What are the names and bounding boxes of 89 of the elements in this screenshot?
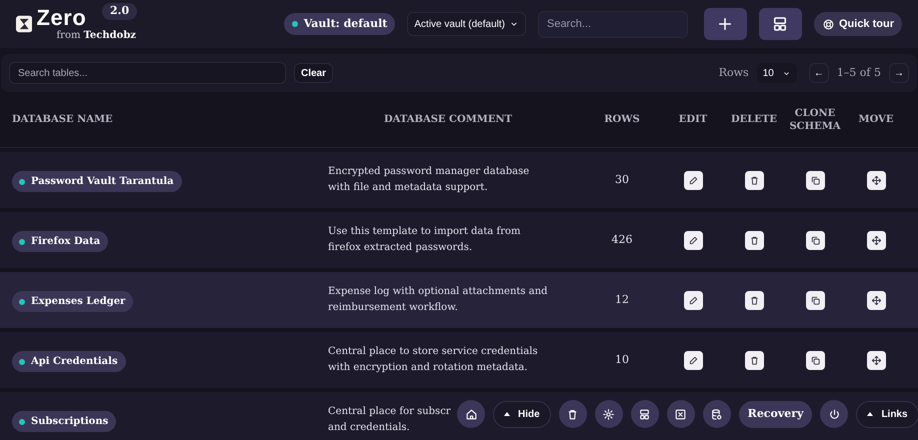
pencil-icon	[688, 294, 698, 306]
trash-icon	[748, 234, 760, 246]
column-header: DATABASE COMMENT	[382, 113, 514, 127]
close-icon	[674, 408, 688, 420]
lifebuoy-icon	[822, 18, 835, 30]
clone-button[interactable]	[806, 170, 824, 190]
database-name-tag[interactable]: Password Vault Tarantula	[12, 171, 182, 192]
trash-icon	[748, 354, 760, 366]
database-name-tag[interactable]: Api Credentials	[12, 351, 126, 372]
move-icon	[870, 294, 882, 306]
move-icon	[870, 354, 882, 366]
column-header: DATABASE NAME	[12, 113, 114, 127]
add-button[interactable]	[704, 8, 747, 40]
home-icon	[464, 408, 478, 420]
column-header: EDIT	[678, 113, 708, 126]
pencil-icon	[688, 234, 698, 246]
clone-button[interactable]	[806, 230, 824, 250]
move-button[interactable]	[866, 290, 886, 310]
caret-icon	[867, 412, 874, 416]
layout-button[interactable]	[758, 8, 802, 40]
move-button[interactable]	[866, 350, 886, 370]
edit-button[interactable]	[684, 350, 702, 370]
row-count: 426	[612, 232, 632, 248]
copy-icon	[810, 174, 820, 186]
trash-icon	[748, 174, 760, 186]
clone-button[interactable]	[806, 290, 824, 310]
row-count: 30	[615, 172, 629, 188]
comment-text: reimbursement workflow.	[328, 301, 458, 315]
table-row[interactable]: Api Credentials Central place to store service credentials with encryption and rotation metadata. 10	[0, 332, 918, 388]
trash-icon	[566, 408, 580, 420]
move-icon	[870, 234, 882, 246]
copy-icon	[810, 234, 820, 246]
move-icon	[870, 174, 882, 186]
edit-button[interactable]	[684, 170, 702, 190]
edit-button[interactable]	[684, 230, 702, 250]
quick-tour-button[interactable]: Quick tour	[814, 12, 902, 36]
row-count: 10	[615, 352, 629, 368]
next-page-button[interactable]: →	[889, 63, 909, 83]
page-range: 1–5 of 5	[836, 64, 881, 81]
vault-badge: Vault: default	[284, 13, 396, 35]
column-header: CLONE SCHEMA	[788, 106, 842, 132]
clear-button[interactable]: Clear	[294, 63, 334, 83]
logo-text: Zero	[36, 7, 86, 29]
copy-icon	[810, 294, 820, 306]
settings-icon	[602, 408, 616, 420]
comment-text: firefox extracted passwords.	[328, 241, 472, 255]
comment-text: Central place to store service credentials	[328, 345, 538, 359]
table-row[interactable]: Expenses Ledger Expense log with optional attachments and reimbursement workflow. 12	[0, 272, 918, 328]
byline: from Techdobz	[56, 31, 136, 41]
clone-button[interactable]	[806, 350, 824, 370]
row-count: 12	[615, 292, 629, 308]
comment-text: with file and metadata support.	[328, 181, 488, 195]
comment-text: Encrypted password manager database	[328, 165, 530, 179]
version-badge: 2.0	[102, 3, 138, 20]
delete-button[interactable]	[744, 170, 764, 190]
rows-label: Rows	[718, 64, 749, 81]
copy-icon	[810, 354, 820, 366]
column-header: DELETE	[730, 113, 778, 126]
comment-text: Use this template to import data from	[328, 225, 521, 239]
toggle-button[interactable]: Links	[856, 400, 918, 428]
database-name-tag[interactable]: Expenses Ledger	[12, 291, 134, 312]
column-header: ROWS	[603, 113, 641, 126]
move-button[interactable]	[866, 170, 886, 190]
pencil-icon	[688, 354, 698, 366]
move-button[interactable]	[866, 230, 886, 250]
delete-button[interactable]	[744, 350, 764, 370]
database-name-tag[interactable]: Subscriptions	[12, 411, 116, 432]
caret-icon	[504, 412, 510, 416]
delete-button[interactable]	[744, 230, 764, 250]
edit-button[interactable]	[684, 290, 702, 310]
prev-page-button[interactable]: ←	[808, 63, 829, 83]
column-header: MOVE	[858, 113, 894, 126]
comment-text: Central place for subscr	[328, 405, 451, 419]
rows-select[interactable]: 10	[756, 63, 797, 83]
delete-button[interactable]	[744, 290, 764, 310]
search-field[interactable]: Search tables...	[9, 62, 286, 84]
table-row[interactable]: Password Vault Tarantula Encrypted password manager database with file and metadata support. 30	[0, 152, 918, 208]
comment-text: Expense log with optional attachments and	[328, 285, 548, 299]
database-icon	[710, 408, 724, 420]
comment-text: with encryption and rotation metadata.	[328, 361, 528, 375]
trash-icon	[748, 294, 760, 306]
comment-text: and credentials.	[328, 421, 410, 435]
search-field[interactable]: Search...	[538, 10, 688, 38]
power-icon	[828, 408, 841, 420]
layout-icon	[638, 408, 652, 420]
vault-select[interactable]: Active vault (default)	[407, 12, 526, 36]
database-name-tag[interactable]: Firefox Data	[12, 231, 108, 252]
pencil-icon	[688, 174, 698, 186]
table-row[interactable]: Firefox Data Use this template to import data from firefox extracted passwords. 426	[0, 212, 918, 268]
